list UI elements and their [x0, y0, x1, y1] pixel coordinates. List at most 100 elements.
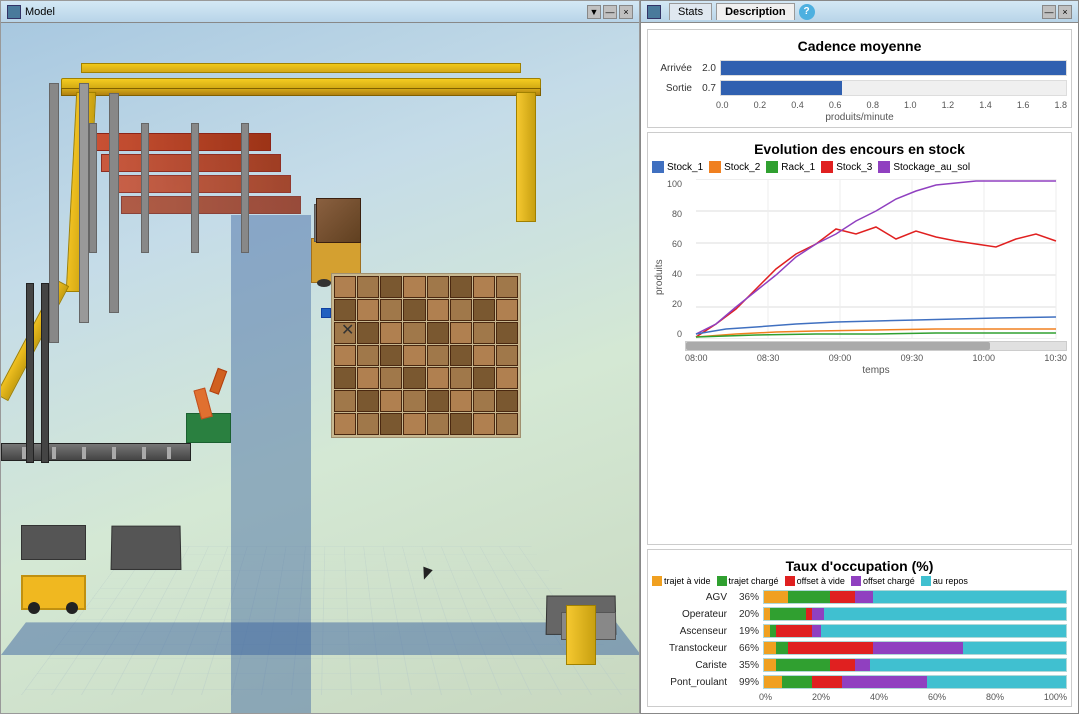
close-button[interactable]: × [619, 5, 633, 19]
gantry-beam2 [81, 63, 521, 73]
legend-rack1-label: Rack_1 [781, 162, 815, 173]
taux-legend: trajet à vide trajet chargé offset à vid… [652, 576, 1067, 586]
taux-offset-charge-label: offset chargé [863, 576, 915, 586]
pallet-cell [334, 345, 356, 367]
pallet-cell [473, 299, 495, 321]
taux-segment [782, 676, 812, 688]
taux-segment [776, 659, 830, 671]
taux-offset-charge-color [851, 576, 861, 586]
description-tab[interactable]: Description [716, 3, 795, 20]
cadence-section: Cadence moyenne Arrivée 2.0 Sortie 0.7 [647, 29, 1072, 128]
pallet-cell [473, 390, 495, 412]
rack-posts [89, 123, 97, 253]
cadence-x-unit: produits/minute [652, 110, 1067, 123]
crosshair: ✕ [341, 323, 354, 339]
stats-minimize-button[interactable]: — [1042, 5, 1056, 19]
taux-segment [824, 608, 1066, 620]
dropdown-arrow-icon[interactable]: ▼ [587, 5, 601, 19]
small-vehicle [21, 575, 86, 610]
pallet-cell [450, 413, 472, 435]
rack-posts3 [191, 123, 199, 253]
taux-row: Operateur20% [652, 607, 1067, 621]
cadence-arrivee-bar [721, 61, 1066, 75]
taux-segment [764, 676, 782, 688]
evolution-y-label: produits [652, 179, 667, 376]
taux-section: Taux d'occupation (%) trajet à vide traj… [647, 549, 1072, 707]
taux-legend-repos: au repos [921, 576, 968, 586]
legend-stockage-label: Stockage_au_sol [893, 162, 970, 173]
evolution-scrollbar[interactable] [685, 341, 1067, 351]
legend-stock1-label: Stock_1 [667, 162, 703, 173]
taux-bar-container [763, 675, 1067, 689]
conveyor-road-v [231, 215, 311, 714]
model-title-controls: ▼ — × [587, 5, 633, 19]
taux-row: Pont_roulant99% [652, 675, 1067, 689]
taux-segment [830, 591, 854, 603]
cadence-arrivee-bar-container [720, 60, 1067, 76]
taux-segment [821, 625, 1066, 637]
cadence-sortie-value: 0.7 [696, 83, 716, 94]
pallet-cell [334, 299, 356, 321]
pallet-cell [473, 413, 495, 435]
taux-bar-container [763, 641, 1067, 655]
pallet-cell [496, 322, 518, 344]
pallet-cell [427, 390, 449, 412]
taux-bar-container [763, 590, 1067, 604]
blue-pallet-jack [321, 308, 331, 318]
taux-row-name: Ascenseur [652, 626, 727, 637]
taux-segment [812, 676, 842, 688]
taux-row-pct: 20% [731, 609, 759, 620]
minimize-button[interactable]: — [603, 5, 617, 19]
taux-row: Transtockeur66% [652, 641, 1067, 655]
pallet-cell [380, 390, 402, 412]
evolution-scrollbar-thumb[interactable] [686, 342, 990, 350]
taux-segment [812, 625, 821, 637]
cadence-x-axis: 0.0 0.2 0.4 0.6 0.8 1.0 1.2 1.4 1.6 1.8 [652, 100, 1067, 110]
pallet-cell [403, 413, 425, 435]
stats-tab[interactable]: Stats [669, 3, 712, 20]
stock1-line [696, 317, 1056, 334]
legend-rack1-color [766, 161, 778, 173]
taux-row: Ascenseur19% [652, 624, 1067, 638]
taux-row-name: AGV [652, 592, 727, 603]
pallets-grid [331, 273, 521, 438]
legend-stock2: Stock_2 [709, 161, 760, 173]
dark-pole-2 [41, 283, 49, 463]
pallet-cell [380, 276, 402, 298]
taux-row-pct: 35% [731, 660, 759, 671]
pallet-cell [403, 390, 425, 412]
taux-row-name: Pont_roulant [652, 677, 727, 688]
taux-offset-vide-color [785, 576, 795, 586]
taux-segment [764, 642, 776, 654]
pallet-cell [357, 299, 379, 321]
stats-close-button[interactable]: × [1058, 5, 1072, 19]
pallet-cell [427, 299, 449, 321]
stockage-line [696, 181, 1056, 334]
pallet-cell [427, 322, 449, 344]
taux-bar-container [763, 607, 1067, 621]
conveyor-road-h [1, 622, 640, 655]
taux-title: Taux d'occupation (%) [652, 554, 1067, 576]
taux-segment [927, 676, 1066, 688]
taux-trajet-vide-color [652, 576, 662, 586]
pallet-cell [334, 413, 356, 435]
taux-segment [870, 659, 1066, 671]
pole1 [49, 83, 59, 343]
taux-trajet-charge-label: trajet chargé [729, 576, 779, 586]
taux-segment [764, 659, 776, 671]
taux-row-pct: 36% [731, 592, 759, 603]
model-titlebar: Model ▼ — × [1, 1, 639, 23]
taux-legend-trajet-charge: trajet chargé [717, 576, 779, 586]
help-icon[interactable]: ? [799, 4, 815, 20]
pallet-cell [496, 367, 518, 389]
pallet-cell [380, 367, 402, 389]
evolution-legend: Stock_1 Stock_2 Rack_1 Stock_3 Stockage_… [652, 159, 1067, 175]
taux-row-pct: 66% [731, 643, 759, 654]
legend-stock2-color [709, 161, 721, 173]
scene-canvas[interactable]: ✕ [1, 23, 640, 714]
stats-panel: Stats Description ? — × Cadence moyenne … [640, 0, 1079, 714]
pallet-cell [403, 367, 425, 389]
evolution-title: Evolution des encours en stock [652, 137, 1067, 159]
taux-trajet-charge-color [717, 576, 727, 586]
taux-row: Cariste35% [652, 658, 1067, 672]
